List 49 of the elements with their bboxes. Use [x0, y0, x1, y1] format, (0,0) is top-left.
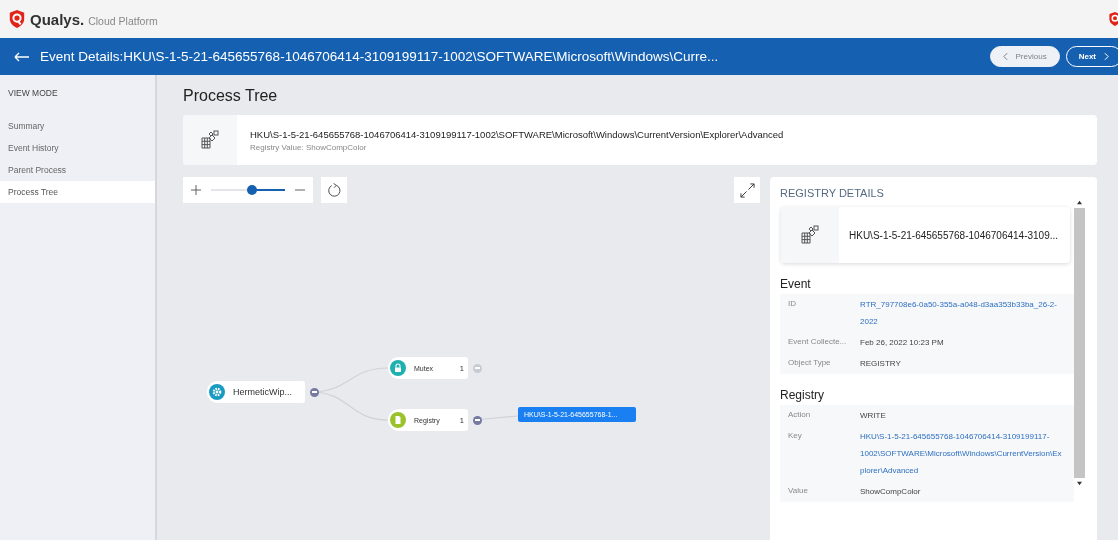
section-heading: Registry: [780, 388, 825, 402]
field-label: Key: [787, 430, 803, 442]
scroll-up-icon[interactable]: [1076, 200, 1083, 205]
lock-icon: [390, 360, 406, 376]
brand-name: Qualys.: [30, 10, 85, 28]
scroll-down-icon[interactable]: [1076, 481, 1083, 486]
chevron-right-icon: [1104, 52, 1109, 61]
toggle-dot[interactable]: [473, 415, 482, 425]
sidebar-item[interactable]: Process Tree: [0, 181, 155, 203]
toggle-dot[interactable]: [473, 363, 482, 373]
tree-node[interactable]: HermeticWip...: [207, 381, 305, 403]
registry-icon: [800, 225, 820, 245]
section-heading: Event: [780, 277, 812, 291]
reset-button[interactable]: [321, 177, 347, 203]
field-label: Value: [787, 485, 809, 497]
field-value: Feb 26, 2022 10:23 PM: [860, 337, 945, 349]
registry-path: HKU\S-1-5-21-645655768-1046706414-3109199117-1002\SOFTWARE\Microsoft\Windows\CurrentVersion\Explorer\Advanced: [250, 128, 784, 140]
chevron-left-icon: [1002, 52, 1008, 61]
field-value: REGISTRY: [860, 358, 902, 370]
refresh-icon: [326, 182, 342, 198]
field-link[interactable]: RTR_797708e6-0a50-355a-a048-d3aa353b33ba_26-2-2022: [860, 296, 1065, 330]
sidebar-item[interactable]: Event History: [0, 137, 155, 159]
page-title: Process Tree: [183, 87, 279, 105]
registry-icon: [200, 130, 220, 150]
zoom-thumb[interactable]: [246, 185, 257, 195]
sidebar-item[interactable]: Parent Process: [0, 159, 155, 181]
sidebar-item[interactable]: Summary: [0, 115, 155, 137]
sidebar-heading: VIEW MODE: [7, 87, 59, 101]
field-label: Object Type: [787, 357, 832, 369]
field-value: WRITE: [860, 410, 887, 422]
product-name: Cloud Platform: [88, 14, 158, 27]
field-label: Action: [787, 409, 812, 421]
logo-icon: [8, 9, 26, 29]
expand-icon: [739, 182, 755, 198]
panel-title: REGISTRY DETAILS: [780, 187, 885, 199]
toggle-dot[interactable]: [310, 387, 319, 397]
registry-value: ShowCompColor: [305, 142, 367, 152]
zoom-in-icon[interactable]: [191, 185, 201, 195]
event-title: Event Details:HKU\S-1-5-21-645655768-1046706414-3109199117-1002\SOFTWARE\Microsoft\Windows\Curre...: [40, 49, 719, 64]
field-value: ShowCompColor: [860, 486, 922, 498]
back-arrow-icon[interactable]: [14, 51, 30, 62]
registry-value-label: Registry Value:: [250, 142, 304, 152]
field-label: ID: [787, 298, 797, 310]
gear-icon: [209, 384, 225, 400]
expand-button[interactable]: [734, 177, 760, 203]
details-card-title: HKU\S-1-5-21-645655768-1046706414-3109...: [848, 229, 1059, 241]
field-label: Event Collecte...: [787, 336, 848, 348]
document-icon: [390, 412, 406, 428]
field-link[interactable]: HKU\S-1-5-21-645655768-1046706414-3109199117-1002\SOFTWARE\Microsoft\Windows\CurrentVersion\Explorer\Advanced: [860, 428, 1065, 479]
